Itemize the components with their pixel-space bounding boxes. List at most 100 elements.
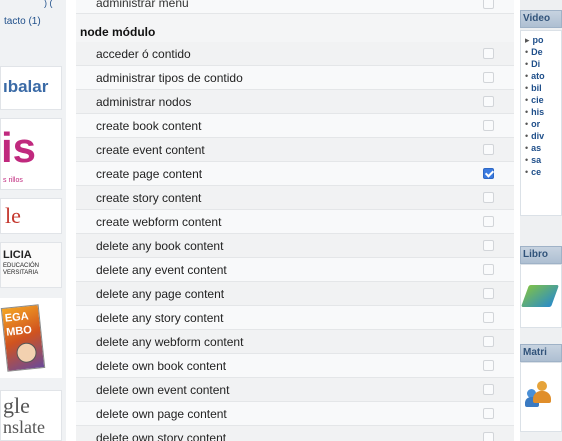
dot-bullet-icon: •	[525, 131, 529, 141]
xunta-galicia-logo[interactable]: LICIA EDUCACIÓN VERSITARIA	[0, 242, 62, 288]
permission-label: administrar tipos de contido	[96, 71, 243, 85]
dot-bullet-icon: •	[525, 119, 529, 129]
permission-label: create story content	[96, 191, 202, 205]
videos-block-header: Video	[520, 10, 562, 28]
permission-row: acceder ó contido	[76, 42, 514, 66]
partner-logo-1[interactable]: ıbalar	[0, 66, 62, 110]
permission-label: delete any book content	[96, 239, 224, 253]
matrix-block-header: Matri	[520, 344, 562, 362]
video-list-item[interactable]: • ce	[525, 167, 541, 177]
permission-row-partial: administrar menu	[76, 0, 514, 14]
books-icon[interactable]	[520, 285, 560, 307]
permission-checkbox[interactable]	[483, 216, 494, 227]
google-translate-logo[interactable]: gle nslate	[0, 390, 62, 441]
dot-bullet-icon: •	[525, 83, 529, 93]
matrix-block-title: Matri	[523, 347, 547, 358]
video-link-text: po	[532, 35, 544, 45]
book-cover-face-icon	[15, 341, 38, 364]
video-list-item[interactable]: • De	[525, 47, 543, 57]
video-link-text: or	[531, 119, 541, 129]
dot-bullet-icon: •	[525, 59, 529, 69]
video-list-item[interactable]: • Di	[525, 59, 540, 69]
video-list-item[interactable]: • or	[525, 119, 540, 129]
video-link-text: ato	[531, 71, 545, 81]
video-link-text: bil	[531, 83, 542, 93]
video-link-text: div	[531, 131, 545, 141]
video-list-item[interactable]: • bil	[525, 83, 542, 93]
book-cover-banner[interactable]: EGA MBO	[0, 298, 62, 378]
permission-row: create webform content	[76, 210, 514, 234]
book-cover-title-line2: MBO	[5, 324, 33, 339]
video-link-text: his	[531, 107, 545, 117]
google-translate-line1: gle	[3, 393, 30, 418]
dot-bullet-icon: •	[525, 71, 529, 81]
permission-row: delete any event content	[76, 258, 514, 282]
permission-label: administrar menu	[96, 0, 189, 10]
video-list-item[interactable]: • as	[525, 143, 541, 153]
permission-checkbox[interactable]	[483, 288, 494, 299]
permission-checkbox[interactable]	[483, 360, 494, 371]
dot-bullet-icon: •	[525, 107, 529, 117]
books-block-header: Libro	[520, 246, 562, 264]
video-link-text: De	[531, 47, 543, 57]
contact-link[interactable]: tacto (1)	[4, 16, 41, 27]
book-cover-image: EGA MBO	[0, 304, 46, 372]
permission-label: delete own story content	[96, 431, 227, 441]
permission-label: administrar nodos	[96, 95, 192, 109]
people-icon[interactable]	[525, 381, 555, 409]
video-link-text: sa	[531, 155, 542, 165]
permission-checkbox[interactable]	[483, 264, 494, 275]
video-list-item[interactable]: • cie	[525, 95, 544, 105]
permission-row: delete any story content	[76, 306, 514, 330]
permission-row: delete own book content	[76, 354, 514, 378]
triangle-bullet-icon: ▸	[525, 35, 530, 45]
module-section-header: node módulo	[76, 22, 514, 42]
video-link-text: cie	[531, 95, 544, 105]
permission-checkbox[interactable]	[483, 192, 494, 203]
permission-label: delete any webform content	[96, 335, 244, 349]
matrix-block-body	[520, 362, 562, 432]
permission-checkbox[interactable]	[483, 72, 494, 83]
permission-label: delete any story content	[96, 311, 224, 325]
video-link-text: as	[531, 143, 542, 153]
permission-checkbox[interactable]	[483, 384, 494, 395]
permission-label: delete own page content	[96, 407, 227, 421]
permission-checkbox[interactable]	[483, 168, 494, 179]
video-list-item[interactable]: • ato	[525, 71, 545, 81]
permission-row: delete own story content	[76, 426, 514, 441]
permission-row: delete any book content	[76, 234, 514, 258]
xunta-logo-line2: VERSITARIA	[3, 270, 39, 276]
books-block-title: Libro	[523, 249, 548, 260]
left-sidebar: ) ( tacto (1) ıbalar is s rillos le LICI…	[0, 0, 66, 441]
xunta-logo-title: LICIA	[3, 249, 32, 261]
permission-checkbox[interactable]	[483, 48, 494, 59]
permission-checkbox[interactable]	[483, 408, 494, 419]
permission-checkbox[interactable]	[483, 96, 494, 107]
permission-row: administrar nodos	[76, 90, 514, 114]
dot-bullet-icon: •	[525, 143, 529, 153]
video-list-item[interactable]: ▸ po	[525, 35, 544, 46]
partner-logo-3[interactable]: le	[0, 198, 62, 234]
partner-logo-2-caption: s rillos	[3, 177, 23, 184]
partner-logo-3-text: le	[5, 203, 21, 228]
permission-row: delete own event content	[76, 378, 514, 402]
video-list-item[interactable]: • div	[525, 131, 544, 141]
video-list-item[interactable]: • his	[525, 107, 544, 117]
video-link-text: Di	[531, 59, 541, 69]
permission-checkbox[interactable]	[483, 120, 494, 131]
permission-checkbox[interactable]	[483, 336, 494, 347]
permission-label: delete any page content	[96, 287, 225, 301]
dot-bullet-icon: •	[525, 47, 529, 57]
permission-row: create page content	[76, 162, 514, 186]
partner-logo-2[interactable]: is s rillos	[0, 118, 62, 190]
permission-checkbox[interactable]	[483, 312, 494, 323]
contact-top-fragment: ) (	[44, 0, 53, 8]
permission-label: create page content	[96, 167, 203, 181]
permission-label: create webform content	[96, 215, 222, 229]
permission-checkbox[interactable]	[483, 144, 494, 155]
permission-checkbox[interactable]	[483, 0, 494, 9]
permission-checkbox[interactable]	[483, 240, 494, 251]
video-list-item[interactable]: • sa	[525, 155, 541, 165]
permission-label: delete any event content	[96, 263, 227, 277]
permission-checkbox[interactable]	[483, 432, 494, 441]
